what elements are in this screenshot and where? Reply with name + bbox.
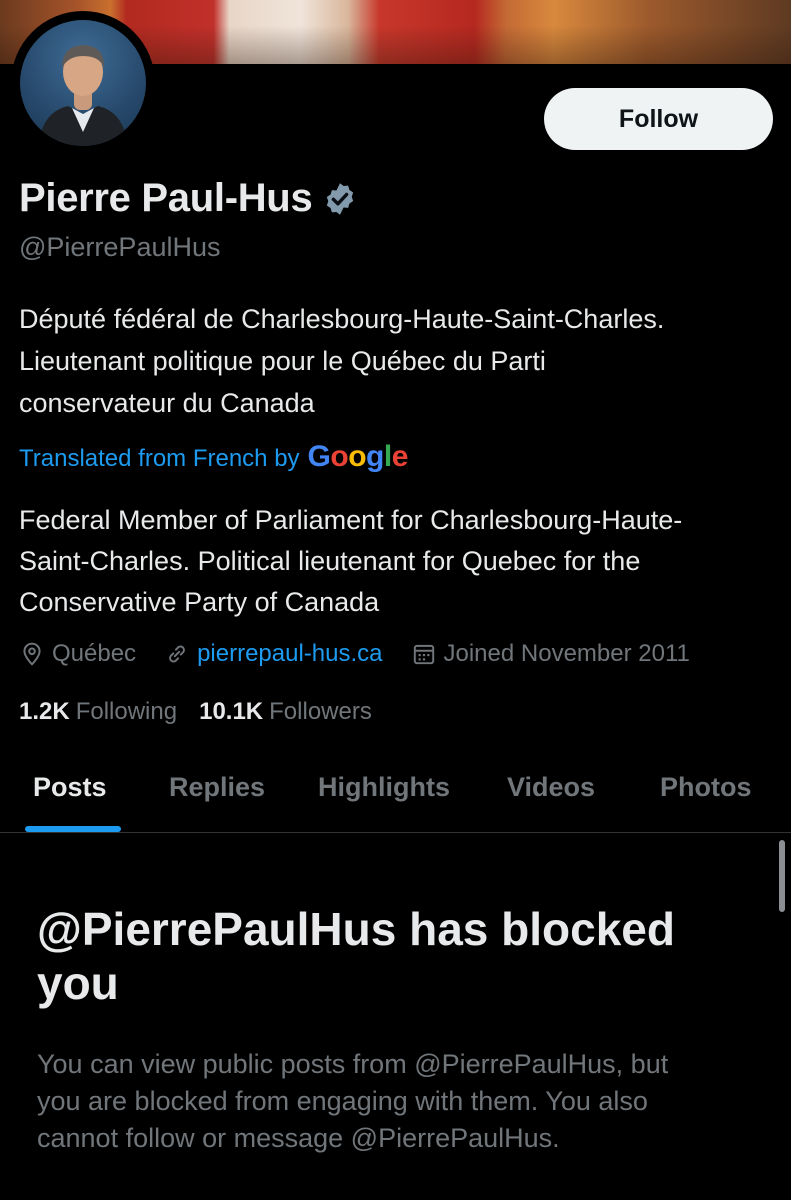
blocked-message-line: cannot follow or message @PierrePaulHus. bbox=[37, 1123, 560, 1153]
bio-line: Lieutenant politique pour le Québec du P… bbox=[19, 346, 546, 376]
profile-bio-translated: Federal Member of Parliament for Charles… bbox=[19, 500, 789, 623]
location-item: Québec bbox=[19, 640, 136, 668]
follow-button[interactable]: Follow bbox=[544, 88, 773, 150]
following-label[interactable]: Following bbox=[76, 698, 177, 726]
website-item[interactable]: pierrepaul-hus.ca bbox=[164, 640, 383, 668]
website-link[interactable]: pierrepaul-hus.ca bbox=[197, 640, 382, 668]
joined-text: Joined November 2011 bbox=[443, 640, 690, 667]
blocked-title-line: @PierrePaulHus has blocked bbox=[37, 903, 675, 955]
profile-tabs: Posts Replies Highlights Videos Photos bbox=[0, 760, 791, 833]
verified-badge-icon[interactable] bbox=[322, 181, 358, 217]
bio-translated-line: Saint-Charles. Political lieutenant for … bbox=[19, 546, 641, 576]
tab-replies[interactable]: Replies bbox=[169, 772, 265, 803]
tab-photos[interactable]: Photos bbox=[660, 772, 752, 803]
joined-item: Joined November 2011 bbox=[411, 640, 690, 668]
followers-label[interactable]: Followers bbox=[269, 698, 372, 726]
tab-videos[interactable]: Videos bbox=[507, 772, 595, 803]
bio-line: conservateur du Canada bbox=[19, 388, 315, 418]
calendar-icon bbox=[413, 644, 434, 665]
bio-line: Député fédéral de Charlesbourg-Haute-Sai… bbox=[19, 304, 665, 334]
profile-bio: Député fédéral de Charlesbourg-Haute-Sai… bbox=[19, 298, 779, 424]
followers-count[interactable]: 10.1K bbox=[199, 698, 263, 726]
google-logo: Google bbox=[307, 440, 409, 473]
profile-meta: Québec pierrepaul-hus.ca Joined November… bbox=[19, 640, 718, 668]
translation-attribution[interactable]: Translated from French by Google bbox=[19, 440, 408, 474]
tab-posts[interactable]: Posts bbox=[33, 772, 107, 803]
bio-translated-line: Conservative Party of Canada bbox=[19, 587, 380, 617]
active-tab-indicator bbox=[25, 826, 121, 832]
blocked-message: You can view public posts from @PierrePa… bbox=[37, 1046, 777, 1157]
blocked-title: @PierrePaulHus has blocked you bbox=[37, 902, 777, 1010]
profile-name: Pierre Paul-Hus bbox=[19, 176, 313, 220]
bio-translated-line: Federal Member of Parliament for Charles… bbox=[19, 505, 683, 535]
profile-name-row: Pierre Paul-Hus bbox=[19, 176, 358, 221]
blocked-message-line: You can view public posts from @PierrePa… bbox=[37, 1049, 669, 1079]
scrollbar[interactable] bbox=[779, 840, 785, 912]
location-pin-icon bbox=[23, 642, 41, 666]
blocked-message-line: you are blocked from engaging with them.… bbox=[37, 1086, 648, 1116]
tab-highlights[interactable]: Highlights bbox=[318, 772, 450, 803]
link-icon bbox=[169, 645, 185, 663]
follow-counts: 1.2K Following 10.1K Followers bbox=[19, 698, 394, 726]
translation-label: Translated from French by bbox=[19, 445, 300, 472]
blocked-title-line: you bbox=[37, 957, 119, 1009]
avatar-photo bbox=[38, 45, 128, 146]
avatar[interactable] bbox=[20, 20, 146, 146]
profile-handle: @PierrePaulHus bbox=[19, 232, 221, 262]
location-text: Québec bbox=[52, 640, 137, 667]
following-count[interactable]: 1.2K bbox=[19, 698, 70, 726]
